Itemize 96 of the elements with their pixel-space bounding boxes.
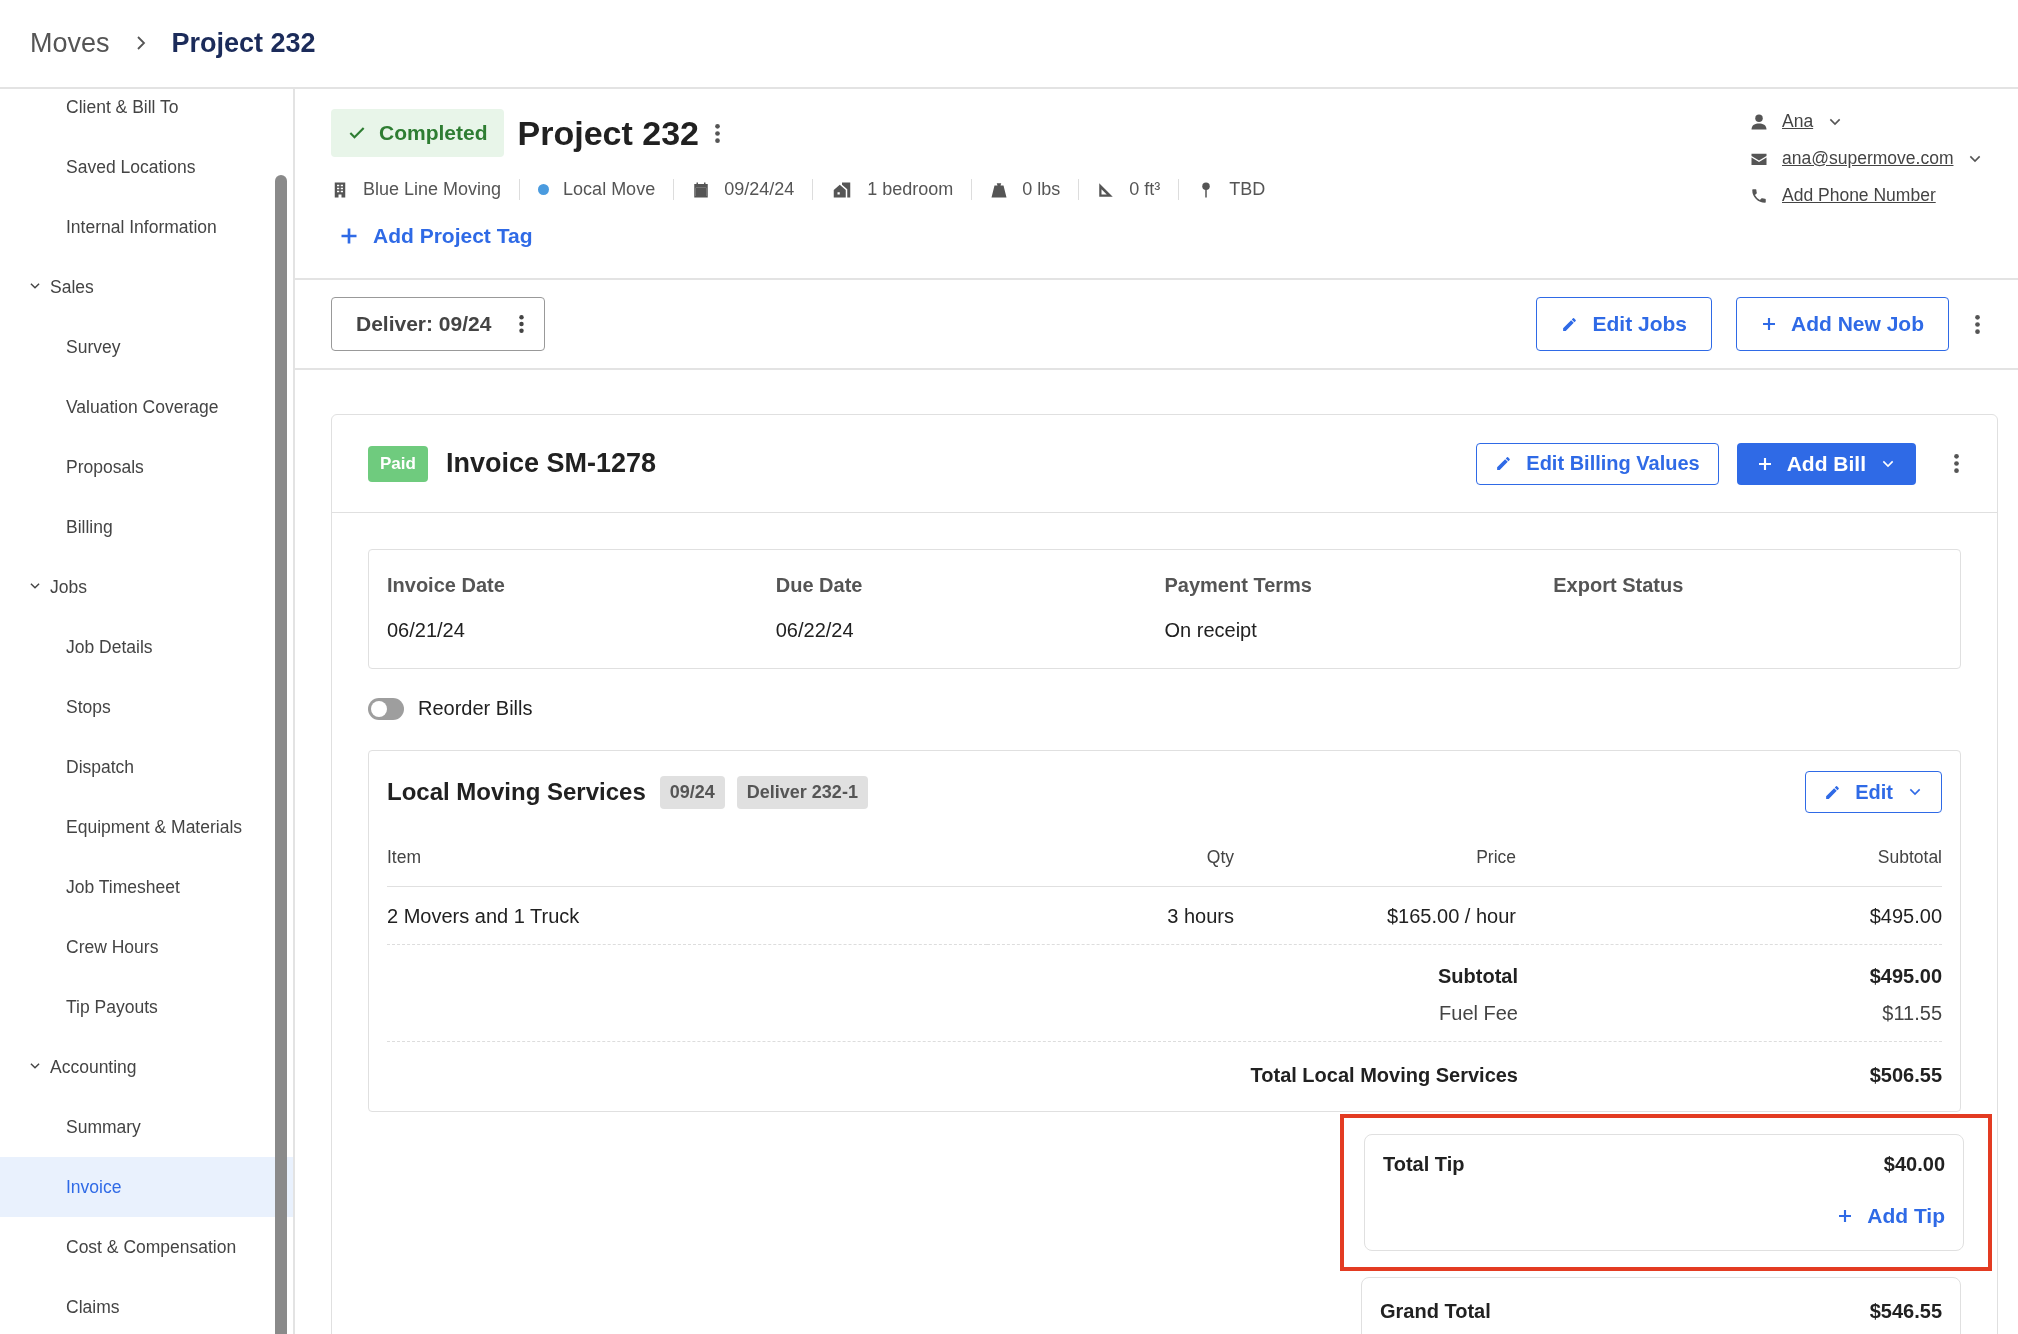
field-label: Invoice Date (387, 574, 506, 597)
more-options-button[interactable] (1973, 312, 1982, 336)
summary-label: Subtotal (1437, 965, 1518, 988)
project-detail: 09/24/24 (724, 179, 795, 200)
sidebar-group[interactable]: Sales (0, 257, 293, 317)
column-header: Qty (987, 813, 1234, 887)
project-title: Project 232 (517, 113, 699, 153)
sidebar-item[interactable]: Billing (0, 497, 293, 557)
edit-billing-values-button[interactable]: Edit Billing Values (1476, 442, 1719, 485)
total-value: $506.55 (1868, 1064, 1942, 1087)
sidebar-item[interactable]: Stops (0, 677, 293, 737)
ruler-icon (1097, 180, 1116, 199)
job-selector[interactable]: Deliver: 09/24 (331, 297, 546, 351)
reorder-toggle[interactable] (368, 697, 404, 720)
sidebar-item[interactable]: Summary (0, 1097, 293, 1157)
sidebar-item[interactable]: Saved Locations (0, 137, 293, 197)
plus-icon (1756, 455, 1773, 472)
table-cell: 2 Movers and 1 Truck (387, 887, 987, 945)
field-label: Export Status (1553, 574, 1685, 597)
grand-total-value: $546.55 (1869, 1300, 1942, 1323)
sidebar-group[interactable]: Accounting (0, 1037, 293, 1097)
bill-tag: 09/24 (659, 775, 725, 809)
column-header: Price (1234, 813, 1516, 887)
contact-link[interactable]: Ana (1782, 111, 1814, 132)
field-label: Due Date (775, 574, 864, 597)
kebab-icon (1975, 314, 1980, 334)
sidebar-item[interactable]: Survey (0, 317, 293, 377)
table-cell: 3 hours (987, 887, 1234, 945)
kebab-icon (519, 315, 525, 333)
bill-tag: Deliver 232-1 (736, 775, 868, 809)
project-detail: Blue Line Moving (363, 179, 502, 200)
kebab-icon (714, 123, 720, 143)
contact-link[interactable]: ana@supermove.com (1782, 148, 1954, 169)
breadcrumb-item: Project 232 (171, 28, 316, 59)
bill-title: Local Moving Services (387, 778, 646, 806)
kebab-icon (1954, 454, 1959, 473)
plus-icon (339, 226, 359, 246)
grand-total-label: Grand Total (1380, 1300, 1491, 1323)
project-detail: 1 bedroom (867, 179, 954, 200)
add-bill-button[interactable]: Add Bill (1736, 442, 1916, 485)
sidebar-item[interactable]: Client & Bill To (0, 89, 293, 137)
person-icon (1750, 112, 1768, 131)
paid-badge: Paid (368, 445, 428, 482)
project-detail: 0 ft³ (1129, 179, 1161, 200)
edit-jobs-button[interactable]: Edit Jobs (1536, 297, 1712, 351)
add-tip-button[interactable]: Add Tip (1837, 1204, 1945, 1228)
status-badge: Completed (331, 109, 504, 157)
field-label: Payment Terms (1164, 574, 1313, 597)
sidebar-item[interactable]: Internal Information (0, 197, 293, 257)
summary-value: $11.55 (1881, 1002, 1942, 1025)
toggle-label: Reorder Bills (418, 697, 533, 720)
total-label: Total Local Moving Services (1249, 1064, 1518, 1087)
sidebar-item[interactable]: Tip Payouts (0, 977, 293, 1037)
column-header: Subtotal (1516, 813, 1942, 887)
sidebar-item[interactable]: Claims (0, 1277, 293, 1334)
more-options-button[interactable] (712, 121, 722, 145)
sidebar-item[interactable]: Cost & Compensation (0, 1217, 293, 1277)
dot-icon (538, 184, 550, 195)
sidebar-item[interactable]: Crew Hours (0, 917, 293, 977)
column-header: Item (387, 813, 987, 887)
sidebar-item[interactable]: Proposals (0, 437, 293, 497)
add-project-tag-button[interactable]: Add Project Tag (331, 224, 533, 248)
calendar-icon (692, 180, 711, 199)
tip-value: $40.00 (1883, 1153, 1945, 1176)
sidebar-item[interactable]: Valuation Coverage (0, 377, 293, 437)
sidebar-item[interactable]: Equipment & Materials (0, 797, 293, 857)
project-detail: 0 lbs (1022, 179, 1061, 200)
summary-value: $495.00 (1868, 965, 1942, 988)
add-new-job-button[interactable]: Add New Job (1736, 297, 1949, 351)
sidebar-group[interactable]: Jobs (0, 557, 293, 617)
more-options-button[interactable] (1952, 452, 1961, 475)
edit-button[interactable]: Edit (1805, 771, 1942, 813)
contact-link[interactable]: Add Phone Number (1782, 185, 1936, 206)
phone-icon (1750, 186, 1768, 205)
breadcrumb-item[interactable]: Moves (30, 28, 110, 59)
sidebar-item[interactable]: Dispatch (0, 737, 293, 797)
field-value: 06/22/24 (775, 619, 855, 642)
pencil-icon (1495, 455, 1513, 472)
plus-icon (1837, 1208, 1854, 1224)
table-cell: $165.00 / hour (1234, 887, 1516, 945)
summary-label: Fuel Fee (1438, 1002, 1518, 1025)
field-value: On receipt (1164, 619, 1258, 642)
project-detail: TBD (1229, 179, 1266, 200)
sidebar-item[interactable]: Invoice (0, 1157, 293, 1217)
invoice-title: Invoice SM-1278 (445, 448, 656, 479)
pencil-icon (1824, 783, 1842, 801)
scrollbar[interactable] (275, 175, 287, 1334)
tip-label: Total Tip (1383, 1153, 1465, 1176)
sidebar-item[interactable]: Job Timesheet (0, 857, 293, 917)
pencil-icon (1561, 315, 1579, 333)
weight-icon (990, 180, 1009, 199)
table-cell: $495.00 (1516, 887, 1942, 945)
project-detail: Local Move (563, 179, 656, 200)
sidebar-item[interactable]: Job Details (0, 617, 293, 677)
plus-icon (1761, 316, 1777, 332)
field-value: 06/21/24 (387, 619, 466, 642)
